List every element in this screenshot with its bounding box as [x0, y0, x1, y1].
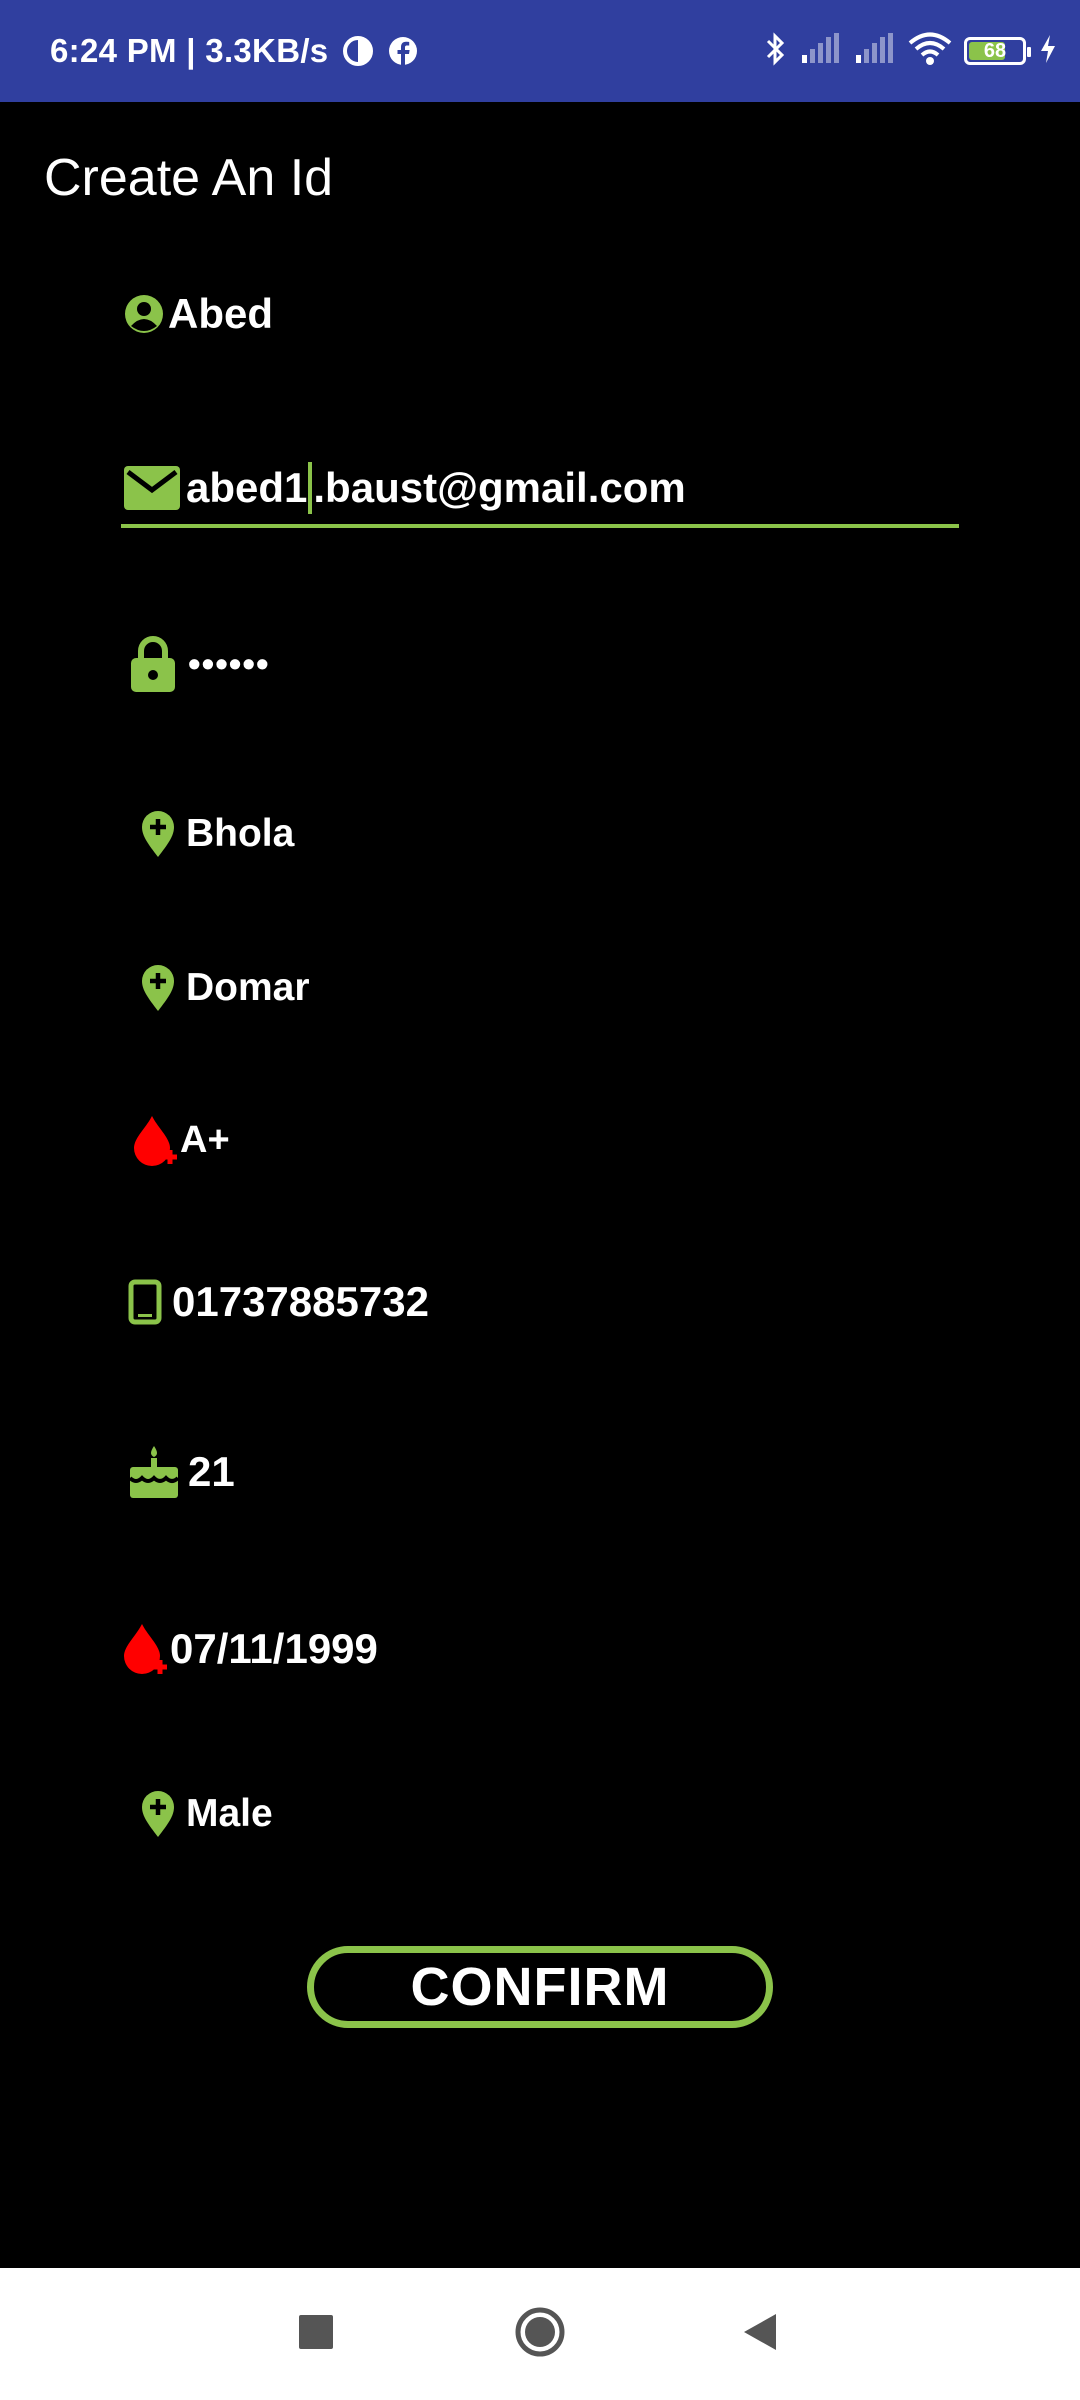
nav-recents-icon: [299, 2314, 333, 2354]
gender-field[interactable]: Male: [140, 1784, 273, 1844]
battery-indicator: 68: [964, 37, 1031, 65]
upazila-field[interactable]: Domar: [140, 958, 310, 1018]
phone-icon: [128, 1279, 162, 1325]
navigation-bar: [0, 2268, 1080, 2400]
name-field[interactable]: Abed: [124, 284, 273, 344]
password-field[interactable]: ••••••: [130, 634, 270, 694]
battery-level: 68: [983, 39, 1007, 62]
upazila-value: Domar: [186, 966, 310, 1009]
location-icon: [140, 810, 176, 858]
district-value: Bhola: [186, 812, 295, 855]
nav-back-button[interactable]: [700, 2268, 820, 2400]
status-bar: 6:24 PM | 3.3KB/s 68: [0, 0, 1080, 102]
signal-icon-1: [800, 32, 842, 70]
district-field[interactable]: Bhola: [140, 804, 294, 864]
status-time-speed: 6:24 PM | 3.3KB/s: [50, 32, 329, 69]
facebook-icon: [388, 36, 418, 66]
email-value-end: .baust@gmail.com: [313, 464, 686, 511]
email-value-start: abed1: [186, 464, 308, 511]
phone-value: 01737885732: [172, 1278, 429, 1325]
nav-home-icon: [514, 2306, 566, 2363]
charging-icon: [1038, 33, 1058, 70]
bluetooth-icon: [764, 31, 788, 72]
email-icon: [124, 466, 180, 510]
data-saver-icon: [342, 35, 374, 67]
wifi-icon: [908, 32, 952, 71]
confirm-button[interactable]: CONFIRM: [307, 1946, 773, 2028]
page-title: Create An Id: [44, 149, 334, 207]
name-value: Abed: [168, 290, 273, 337]
blood-drop-icon: [122, 1622, 170, 1676]
blood-drop-icon: [132, 1114, 180, 1166]
blood-group-field[interactable]: A+: [132, 1110, 230, 1170]
location-icon: [140, 1790, 176, 1838]
nav-home-button[interactable]: [480, 2268, 600, 2400]
date-value: 07/11/1999: [170, 1625, 378, 1672]
email-text: abed1 .baust@gmail.com: [186, 462, 686, 514]
password-value: ••••••: [188, 643, 270, 684]
signal-icon-2: [854, 32, 896, 70]
age-value: 21: [188, 1448, 235, 1495]
text-cursor: [308, 462, 313, 514]
cake-icon: [128, 1444, 180, 1500]
lock-icon: [130, 634, 176, 694]
account-icon: [124, 294, 164, 334]
location-icon: [140, 964, 176, 1012]
status-right: 68: [764, 0, 1058, 102]
email-field-underline: [121, 524, 959, 528]
nav-back-icon: [742, 2312, 778, 2357]
email-field[interactable]: abed1 .baust@gmail.com: [124, 458, 686, 518]
nav-recents-button[interactable]: [256, 2268, 376, 2400]
age-field[interactable]: 21: [128, 1440, 235, 1504]
blood-group-value: A+: [180, 1118, 230, 1161]
phone-field[interactable]: 01737885732: [128, 1270, 429, 1334]
gender-value: Male: [186, 1792, 273, 1835]
status-left: 6:24 PM | 3.3KB/s: [50, 0, 418, 102]
date-field[interactable]: 07/11/1999: [122, 1617, 378, 1681]
